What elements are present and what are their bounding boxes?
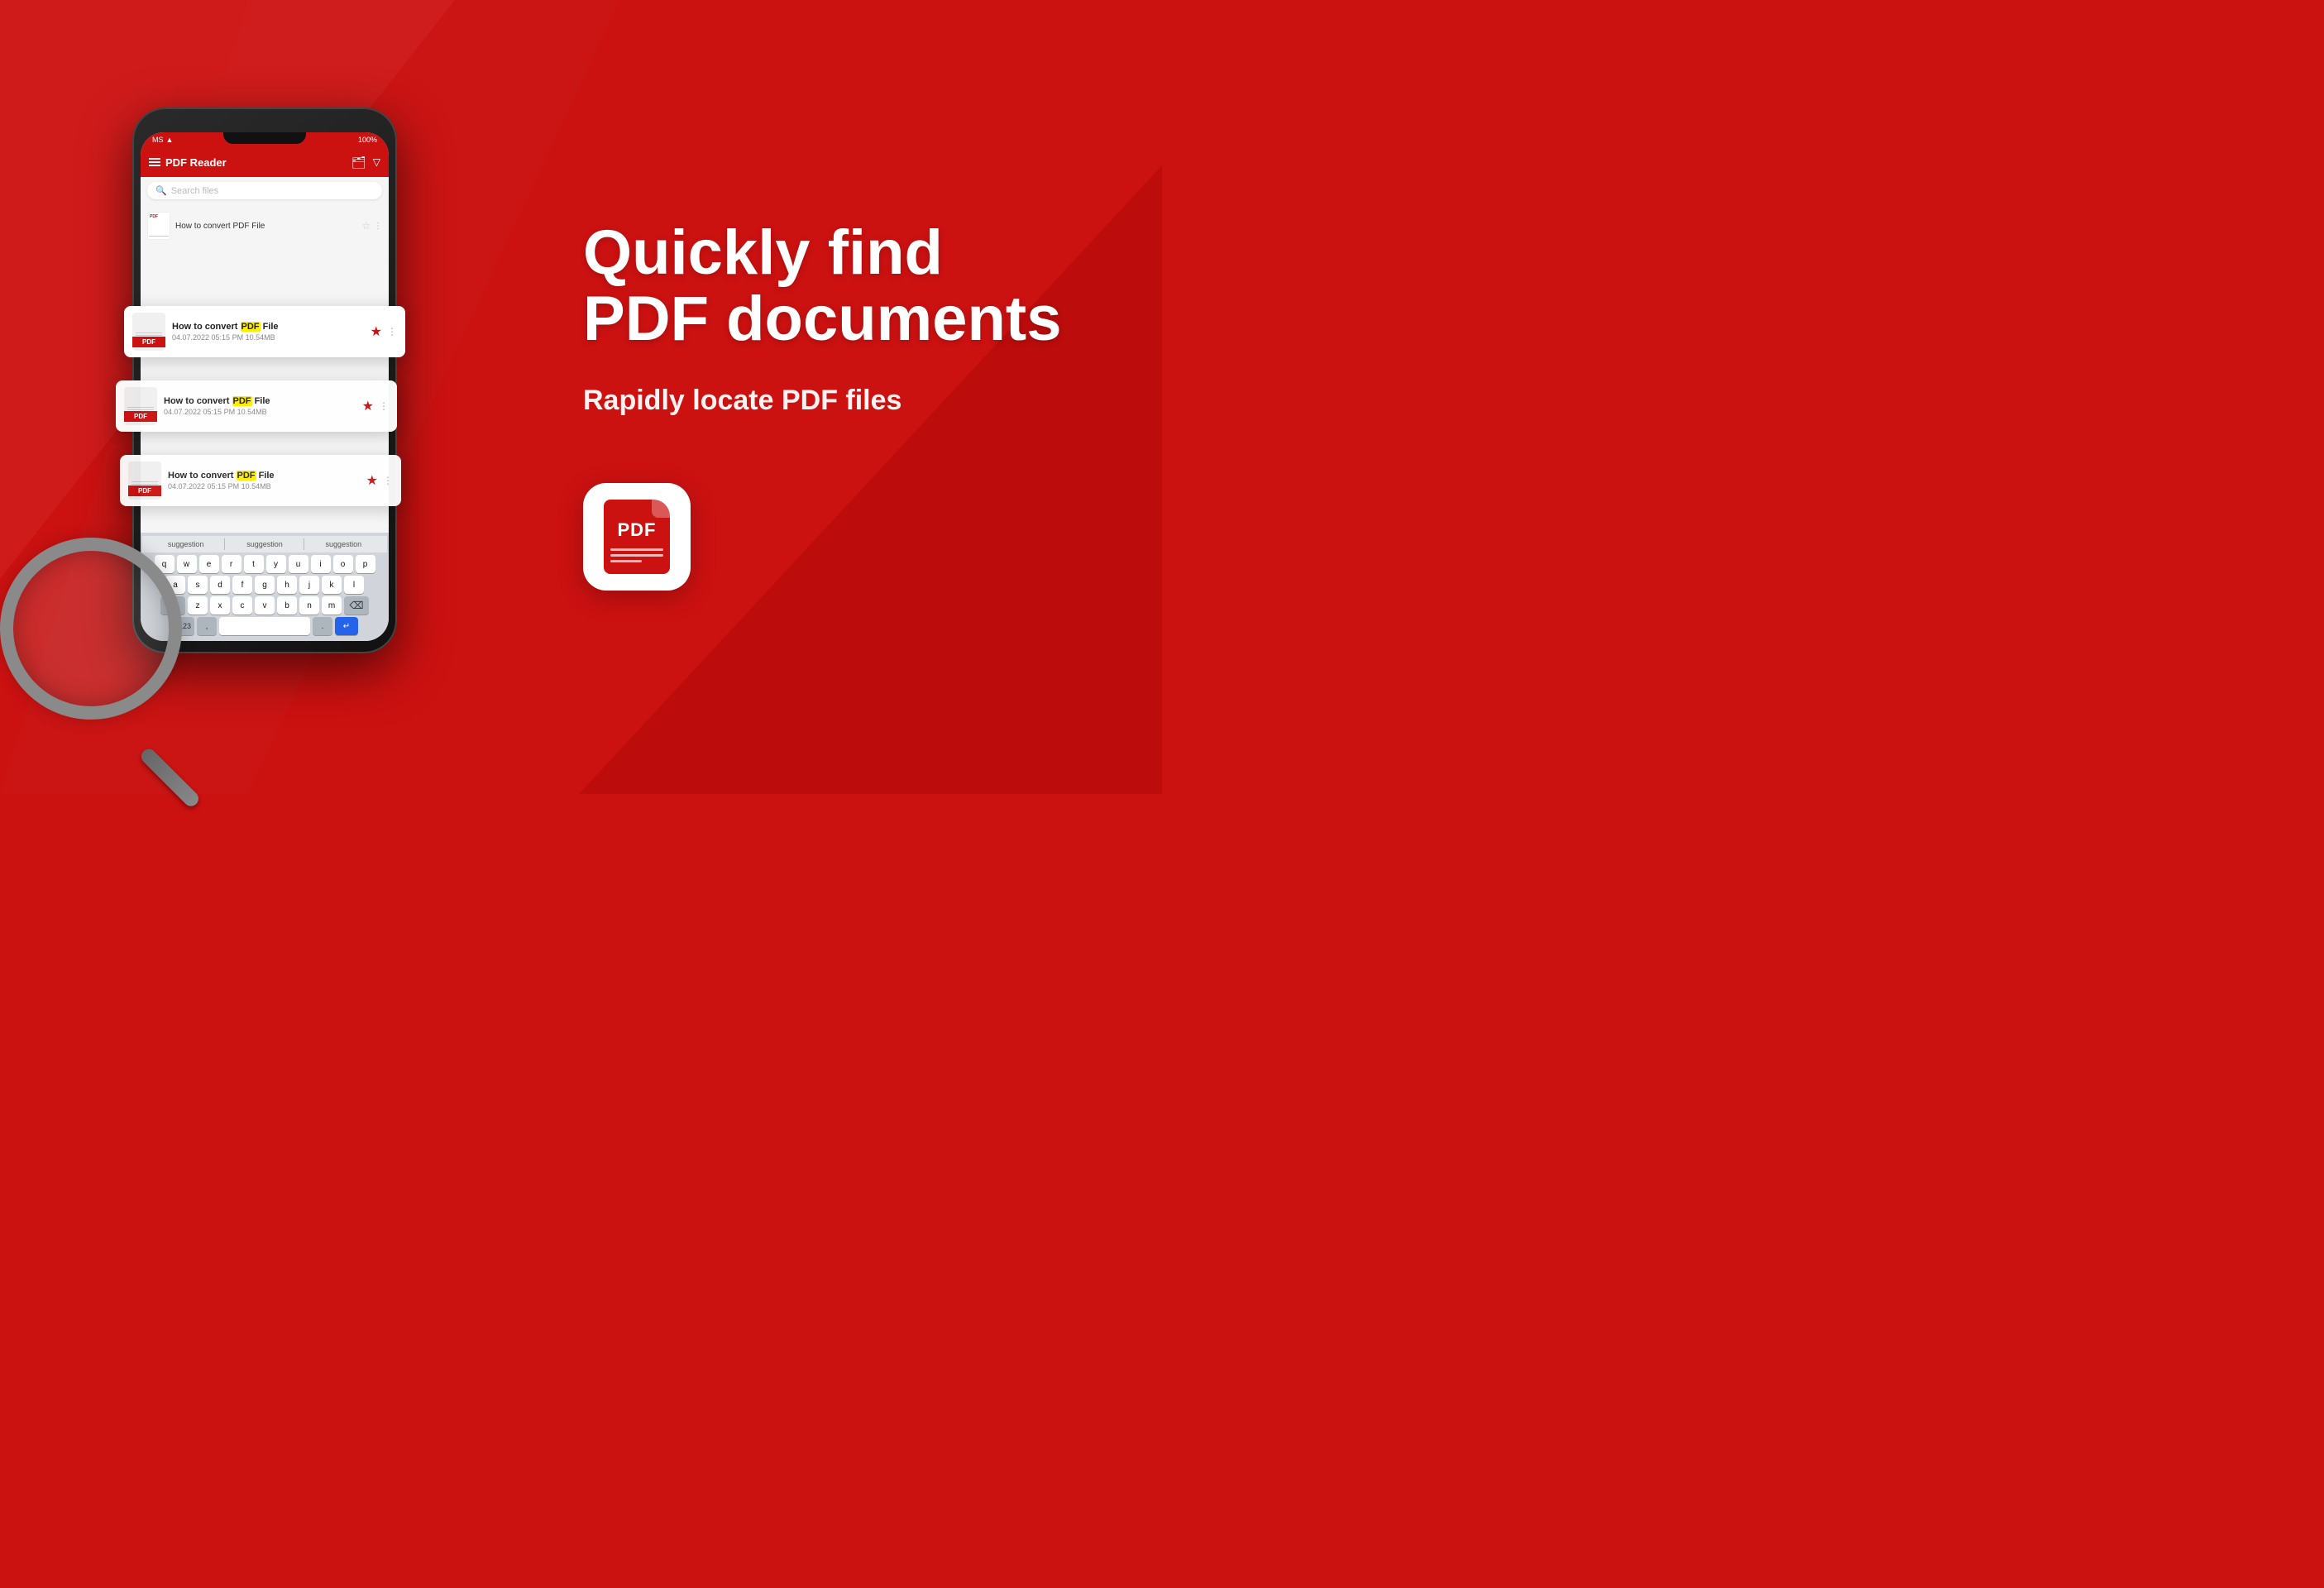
- app-title-row: PDF Reader: [149, 156, 227, 169]
- status-right: 100%: [358, 136, 377, 144]
- pdf-icon-lines: [610, 548, 663, 566]
- key-p[interactable]: p: [356, 555, 375, 573]
- card-meta-2: 04.07.2022 05:15 PM 10.54MB: [164, 408, 356, 416]
- left-section: MS ▲ 9:41 AM 100%: [0, 0, 529, 794]
- card-pdf-icon-2: PDF: [124, 387, 157, 425]
- card-filename-2: How to convert PDF File: [164, 396, 356, 406]
- pdf-icon-bg: PDF: [147, 212, 170, 240]
- star-icon-3[interactable]: ★: [366, 472, 378, 489]
- carrier-text: MS: [152, 136, 164, 144]
- bg-file-actions: ☆ ⋮: [361, 220, 382, 232]
- star-icon-1[interactable]: ★: [371, 323, 382, 340]
- star-icon-2[interactable]: ★: [362, 398, 374, 414]
- key-f[interactable]: f: [232, 576, 252, 594]
- card-meta-3: 04.07.2022 05:15 PM 10.54MB: [168, 482, 360, 490]
- key-o[interactable]: o: [333, 555, 353, 573]
- key-l[interactable]: l: [344, 576, 364, 594]
- card-actions-3: ★ ⋮: [366, 472, 393, 489]
- header-icons: 🗂 ▽: [351, 155, 380, 170]
- card-content-3: How to convert PDF File 04.07.2022 05:15…: [168, 471, 360, 490]
- dots-icon-bg: ⋮: [374, 222, 382, 231]
- search-placeholder: Search files: [171, 186, 218, 196]
- key-c[interactable]: c: [232, 596, 252, 615]
- card-content-1: How to convert PDF File 04.07.2022 05:15…: [172, 322, 364, 342]
- card-content-2: How to convert PDF File 04.07.2022 05:15…: [164, 396, 356, 416]
- card-pdf-icon-3: PDF: [128, 462, 161, 500]
- status-left: MS ▲: [152, 136, 173, 144]
- card-pdf-icon-1: PDF: [132, 313, 165, 351]
- suggestion-2: suggestion: [226, 538, 304, 550]
- key-n[interactable]: n: [299, 596, 319, 615]
- card-actions-2: ★ ⋮: [362, 398, 389, 414]
- card-filename-3: How to convert PDF File: [168, 471, 360, 481]
- pdf-line-1: [610, 548, 663, 551]
- pdf-icon-text: PDF: [604, 519, 670, 541]
- signal-icon: ▲: [166, 136, 174, 144]
- pdf-icon-corner: [652, 500, 670, 518]
- key-i[interactable]: i: [311, 555, 331, 573]
- phone-mockup: MS ▲ 9:41 AM 100%: [132, 108, 430, 703]
- app-icon-wrapper: PDF: [583, 483, 1096, 591]
- key-k[interactable]: k: [322, 576, 342, 594]
- right-section: Quickly find PDF documents Rapidly locat…: [533, 0, 1162, 794]
- phone-notch: [223, 132, 306, 144]
- floating-card-3: PDF How to convert PDF File 04.07.2022 0…: [120, 455, 401, 506]
- key-y[interactable]: y: [266, 555, 286, 573]
- key-space[interactable]: [219, 617, 310, 635]
- battery-text: 100%: [358, 136, 377, 144]
- search-icon: 🔍: [155, 185, 167, 196]
- glass-lens: [0, 538, 182, 720]
- dots-icon-3[interactable]: ⋮: [383, 475, 393, 486]
- pdf-icon-body: PDF: [604, 500, 670, 574]
- star-icon-bg: ☆: [361, 220, 371, 232]
- main-headline: Quickly find PDF documents: [583, 220, 1096, 352]
- hamburger-icon[interactable]: [149, 158, 160, 166]
- sub-headline: Rapidly locate PDF files: [583, 385, 1096, 417]
- key-m[interactable]: m: [322, 596, 342, 615]
- floating-card-1: PDF How to convert PDF File 04.07.2022 0…: [124, 306, 405, 357]
- bg-filename: How to convert PDF File: [175, 222, 356, 231]
- app-title: PDF Reader: [165, 156, 227, 169]
- dots-icon-2[interactable]: ⋮: [379, 400, 389, 412]
- key-j[interactable]: j: [299, 576, 319, 594]
- search-bar[interactable]: 🔍 Search files: [147, 182, 382, 199]
- magnifying-glass: [0, 538, 232, 769]
- file-list-area: PDF How to convert PDF File ☆ ⋮: [141, 204, 389, 248]
- bg-file-info: How to convert PDF File: [175, 222, 356, 231]
- key-u[interactable]: u: [289, 555, 308, 573]
- glass-handle: [138, 746, 201, 809]
- dots-icon-1[interactable]: ⋮: [387, 326, 397, 337]
- key-g[interactable]: g: [255, 576, 275, 594]
- headline-line1: Quickly find: [583, 218, 943, 288]
- card-filename-1: How to convert PDF File: [172, 322, 364, 332]
- key-v[interactable]: v: [255, 596, 275, 615]
- floating-card-2: PDF How to convert PDF File 04.07.2022 0…: [116, 380, 397, 432]
- pdf-icon-inner: PDF: [604, 500, 670, 574]
- key-h[interactable]: h: [277, 576, 297, 594]
- pdf-line-2: [610, 554, 663, 557]
- folder-icon[interactable]: 🗂: [351, 155, 366, 170]
- pdf-app-icon: PDF: [583, 483, 691, 591]
- key-t[interactable]: t: [244, 555, 264, 573]
- app-header: PDF Reader 🗂 ▽: [141, 147, 389, 177]
- key-period[interactable]: .: [313, 617, 332, 635]
- headline-line2: PDF documents: [583, 284, 1062, 354]
- filter-icon[interactable]: ▽: [373, 156, 380, 168]
- key-backspace[interactable]: ⌫: [344, 596, 369, 615]
- pdf-line-3: [610, 560, 642, 562]
- key-enter[interactable]: ↵: [335, 617, 358, 635]
- card-meta-1: 04.07.2022 05:15 PM 10.54MB: [172, 333, 364, 342]
- background-file-item: PDF How to convert PDF File ☆ ⋮: [141, 208, 389, 244]
- card-actions-1: ★ ⋮: [371, 323, 397, 340]
- suggestion-3: suggestion: [305, 538, 382, 550]
- key-b[interactable]: b: [277, 596, 297, 615]
